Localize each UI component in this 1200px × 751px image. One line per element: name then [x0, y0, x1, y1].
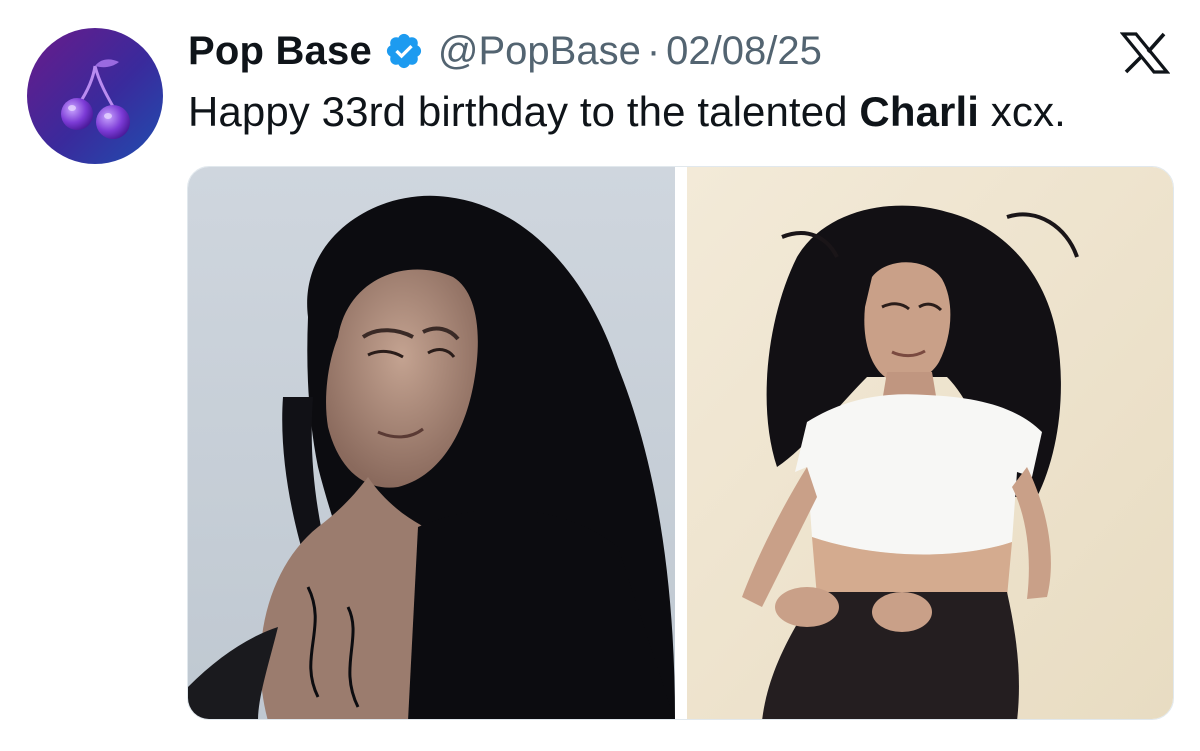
separator-dot: ·	[646, 28, 661, 73]
author-display-name[interactable]: Pop Base	[188, 29, 372, 74]
tweet-text: Happy 33rd birthday to the talented Char…	[188, 88, 1066, 136]
tweet-text-end: xcx.	[979, 88, 1066, 135]
profile-avatar[interactable]	[27, 28, 163, 164]
cherry-icon	[27, 28, 163, 164]
author-handle[interactable]: @PopBase	[438, 29, 641, 74]
tweet-text-start: Happy 33rd birthday to the talented	[188, 88, 860, 135]
photo-1[interactable]	[188, 167, 675, 719]
tweet-text-bold: Charli	[859, 88, 980, 135]
tweet-header: Pop Base @PopBase · 02/08/25	[188, 26, 822, 76]
verified-badge-icon	[384, 31, 424, 71]
tweet-card[interactable]: Pop Base @PopBase · 02/08/25 Happy 33rd …	[0, 0, 1200, 751]
media-grid	[187, 166, 1174, 720]
photo-2[interactable]	[687, 167, 1173, 719]
x-logo-icon[interactable]	[1120, 32, 1170, 74]
tweet-date[interactable]: 02/08/25	[666, 29, 822, 74]
